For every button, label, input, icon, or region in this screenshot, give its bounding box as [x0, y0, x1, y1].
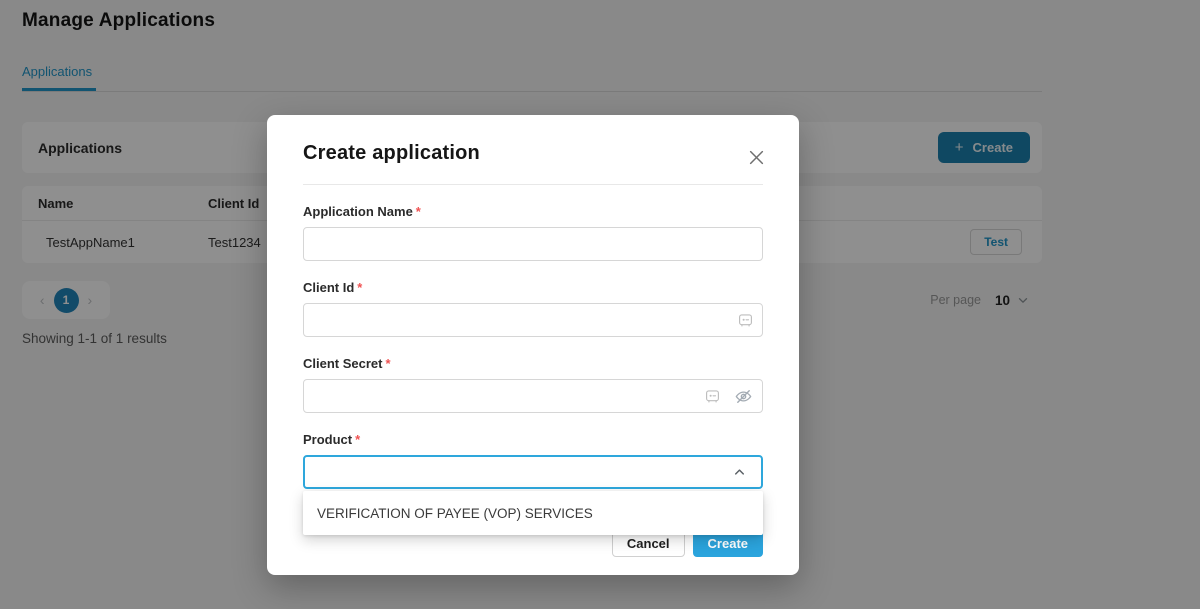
label-text: Product	[303, 432, 352, 447]
eye-off-icon[interactable]	[734, 387, 753, 406]
field-client-id: Client Id*	[303, 280, 763, 337]
client-id-wrap	[303, 303, 763, 337]
chevron-up-icon	[732, 465, 747, 480]
vault-icon[interactable]	[738, 313, 753, 328]
field-product: Product* VERIFICATION OF PAYEE (VOP) SER…	[303, 432, 763, 535]
product-label: Product*	[303, 432, 763, 447]
modal-divider	[303, 184, 763, 185]
dropdown-option-vop-services[interactable]: VERIFICATION OF PAYEE (VOP) SERVICES	[303, 491, 763, 535]
create-application-modal: Create application Application Name* Cli…	[267, 115, 799, 575]
close-icon[interactable]	[746, 147, 767, 168]
modal-title: Create application	[303, 141, 480, 165]
label-text: Application Name	[303, 204, 413, 219]
required-asterisk: *	[416, 204, 421, 219]
product-select[interactable]	[303, 455, 763, 489]
client-id-icons	[738, 303, 753, 337]
field-application-name: Application Name*	[303, 204, 763, 261]
client-secret-wrap	[303, 379, 763, 413]
client-id-label: Client Id*	[303, 280, 763, 295]
client-id-input[interactable]	[303, 303, 763, 337]
client-secret-icons	[705, 379, 753, 413]
client-secret-input[interactable]	[303, 379, 763, 413]
product-dropdown: VERIFICATION OF PAYEE (VOP) SERVICES	[303, 491, 763, 535]
application-name-input[interactable]	[303, 227, 763, 261]
application-name-wrap	[303, 227, 763, 261]
required-asterisk: *	[355, 432, 360, 447]
field-client-secret: Client Secret*	[303, 356, 763, 413]
required-asterisk: *	[357, 280, 362, 295]
client-secret-label: Client Secret*	[303, 356, 763, 371]
vault-icon[interactable]	[705, 389, 720, 404]
label-text: Client Id	[303, 280, 354, 295]
modal-header: Create application	[303, 141, 763, 168]
application-name-label: Application Name*	[303, 204, 763, 219]
label-text: Client Secret	[303, 356, 382, 371]
required-asterisk: *	[385, 356, 390, 371]
